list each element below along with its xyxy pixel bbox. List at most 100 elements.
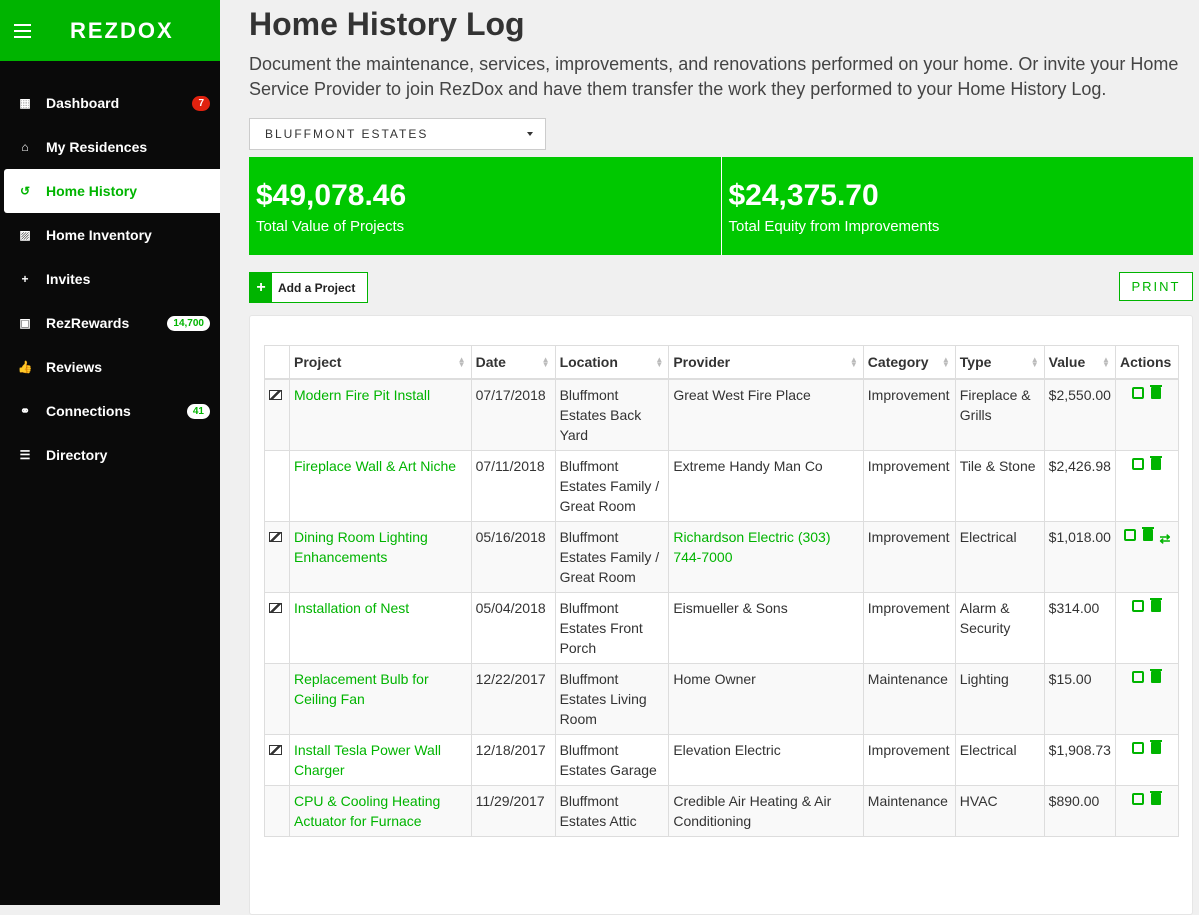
sidebar-item-rezrewards[interactable]: ▣ RezRewards 14,700 [0, 301, 220, 345]
cell-provider-text: Eismueller & Sons [673, 600, 788, 616]
col-label: Project [293, 354, 342, 370]
trash-icon[interactable] [1141, 527, 1154, 541]
cell-date-text: 05/16/2018 [475, 529, 546, 545]
col-label: Date [475, 354, 506, 370]
logo[interactable]: REZDOX [70, 18, 174, 44]
cell-category-text: Improvement [867, 458, 950, 474]
photo-icon[interactable] [269, 532, 282, 542]
trash-icon[interactable] [1150, 598, 1163, 612]
cell-project[interactable]: Installation of Nest [288, 592, 472, 664]
cell-project[interactable]: Dining Room Lighting Enhancements [288, 521, 472, 593]
photo-icon[interactable] [269, 745, 282, 755]
cell-project-text[interactable]: Fireplace Wall & Art Niche [294, 458, 456, 474]
cell-value: $1,018.00 [1043, 521, 1116, 593]
table-header-row: Project ▲ ▼ Date ▲ ▼ Location ▲ ▼ Provider ▲ ▼ C… [264, 345, 1180, 380]
stat-total-equity: $24,375.70 Total Equity from Improvement… [720, 157, 1193, 255]
sidebar-item-home-history[interactable]: ↺ Home History [4, 169, 220, 213]
residence-select[interactable]: BLUFFMONT ESTATES [249, 118, 546, 150]
cell-category: Improvement [862, 521, 956, 593]
count-badge: 7 [192, 95, 210, 111]
col-type[interactable]: Type ▲ ▼ [954, 345, 1045, 380]
edit-icon[interactable] [1123, 529, 1136, 541]
cell-location-text: Bluffmont Estates Front Porch [559, 600, 643, 656]
cell-category: Maintenance [862, 663, 956, 735]
col-location[interactable]: Location ▲ ▼ [554, 345, 670, 380]
add-project-button[interactable]: + Add a Project [249, 272, 369, 303]
col-category[interactable]: Category ▲ ▼ [862, 345, 956, 380]
cell-project-text[interactable]: Installation of Nest [294, 600, 409, 616]
hamburger-menu-icon[interactable] [0, 23, 44, 38]
edit-icon[interactable] [1132, 793, 1145, 805]
cell-image [264, 592, 290, 664]
edit-icon[interactable] [1132, 742, 1145, 754]
cell-project-text[interactable]: Modern Fire Pit Install [294, 387, 430, 403]
col-project[interactable]: Project ▲ ▼ [288, 345, 472, 380]
cell-location-text: Bluffmont Estates Garage [559, 742, 657, 778]
cell-project[interactable]: Replacement Bulb for Ceiling Fan [288, 663, 472, 735]
cell-provider[interactable]: Richardson Electric (303) 744-7000 [668, 521, 864, 593]
cell-location: Bluffmont Estates Attic [554, 785, 670, 837]
cell-project[interactable]: CPU & Cooling Heating Actuator for Furna… [288, 785, 472, 837]
stat-value: $49,078.46 [256, 179, 407, 212]
trash-icon[interactable] [1150, 669, 1163, 683]
sidebar-item-home-inventory[interactable]: ▨ Home Inventory [0, 213, 220, 257]
cell-project[interactable]: Fireplace Wall & Art Niche [288, 450, 472, 522]
col-date[interactable]: Date ▲ ▼ [470, 345, 556, 380]
row-actions [1120, 791, 1174, 805]
cell-project[interactable]: Modern Fire Pit Install [288, 378, 472, 451]
cell-value: $1,908.73 [1043, 734, 1116, 786]
photo-icon[interactable] [269, 390, 282, 400]
cell-category: Improvement [862, 450, 956, 522]
sidebar-item-connections[interactable]: ⚭ Connections 41 [0, 389, 220, 433]
list-icon: ☰ [19, 448, 31, 462]
cell-provider-text[interactable]: Richardson Electric (303) 744-7000 [673, 529, 830, 565]
sidebar-item-label: My Residences [46, 139, 148, 155]
sidebar-item-my-residences[interactable]: ⌂ My Residences [0, 125, 220, 169]
trash-icon[interactable] [1150, 456, 1163, 470]
col-image [264, 345, 290, 380]
trash-icon[interactable] [1150, 740, 1163, 754]
photo-icon[interactable] [269, 603, 282, 613]
cell-category: Improvement [862, 592, 956, 664]
sidebar: REZDOX ▦ Dashboard 7 ⌂ My Residences ↺ Home Hi… [0, 0, 220, 905]
col-label: Category [867, 354, 929, 370]
trash-icon[interactable] [1150, 385, 1163, 399]
edit-icon[interactable] [1132, 671, 1145, 683]
cell-project-text[interactable]: Replacement Bulb for Ceiling Fan [294, 671, 429, 707]
print-button[interactable]: PRINT [1119, 272, 1193, 301]
cell-value-text: $1,018.00 [1048, 529, 1111, 545]
sidebar-item-dashboard[interactable]: ▦ Dashboard 7 [0, 81, 220, 125]
cell-actions [1114, 450, 1180, 522]
page-description: Document the maintenance, services, impr… [249, 54, 1179, 99]
cell-image [264, 734, 290, 786]
cell-project[interactable]: Install Tesla Power Wall Charger [288, 734, 472, 786]
sort-icon: ▲ ▼ [541, 355, 550, 369]
edit-icon[interactable] [1132, 600, 1145, 612]
cell-location: Bluffmont Estates Garage [554, 734, 670, 786]
col-label: Provider [673, 354, 731, 370]
col-provider[interactable]: Provider ▲ ▼ [668, 345, 864, 380]
image-icon: ▨ [19, 228, 31, 242]
cell-project-text[interactable]: CPU & Cooling Heating Actuator for Furna… [294, 793, 440, 829]
edit-icon[interactable] [1132, 387, 1145, 399]
transfer-icon[interactable]: ⇄ [1160, 529, 1171, 549]
cell-date-text: 11/29/2017 [475, 793, 545, 809]
projects-table: Project ▲ ▼ Date ▲ ▼ Location ▲ ▼ Provider ▲ ▼ C… [264, 345, 1180, 837]
sidebar-item-label: RezRewards [46, 315, 130, 331]
cell-image [264, 521, 290, 593]
edit-icon[interactable] [1132, 458, 1145, 470]
sidebar-item-label: Home Inventory [46, 227, 152, 243]
row-actions [1120, 456, 1174, 470]
sidebar-item-label: Reviews [46, 359, 103, 375]
col-value[interactable]: Value ▲ ▼ [1043, 345, 1116, 380]
cell-project-text[interactable]: Install Tesla Power Wall Charger [294, 742, 441, 778]
trash-icon[interactable] [1150, 791, 1163, 805]
cell-type: Lighting [954, 663, 1045, 735]
sidebar-item-reviews[interactable]: 👍 Reviews [0, 345, 220, 389]
cell-actions: ⇄ [1114, 521, 1180, 593]
sidebar-item-invites[interactable]: + Invites [0, 257, 220, 301]
sidebar-item-directory[interactable]: ☰ Directory [0, 433, 220, 477]
stat-label: Total Value of Projects [256, 218, 405, 235]
history-icon: ↺ [19, 184, 31, 198]
cell-project-text[interactable]: Dining Room Lighting Enhancements [294, 529, 428, 565]
